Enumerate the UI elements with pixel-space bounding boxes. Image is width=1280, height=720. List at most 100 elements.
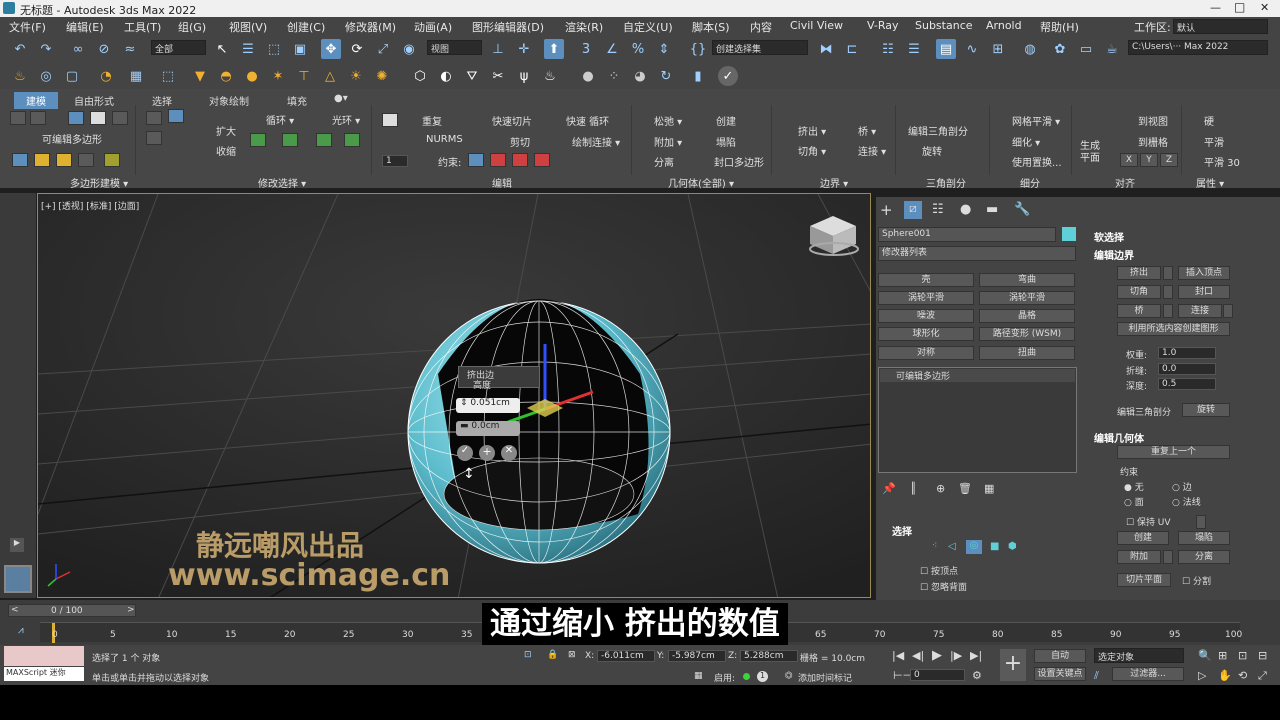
menu-animation[interactable]: 动画(A) [414, 19, 452, 35]
place-icon[interactable]: ◉ [399, 39, 419, 59]
chamfer-settings-button[interactable] [1163, 285, 1173, 299]
preserve-uv-checkbox[interactable]: ☐ 保持 UV [1126, 515, 1171, 528]
proxy-icon[interactable]: ⬡ [410, 66, 430, 86]
align-y-button[interactable]: Y [1140, 153, 1158, 167]
select-by-name-icon[interactable]: ☰ [238, 39, 258, 59]
curve-editor-icon[interactable]: ∿ [962, 39, 982, 59]
selected-objects-dropdown[interactable]: 选定对象 [1094, 648, 1184, 663]
create-shape-button[interactable]: 利用所选内容创建图形 [1117, 322, 1230, 336]
ignore-backface-checkbox[interactable]: ☐ 忽略背面 [920, 580, 967, 593]
play-button[interactable]: ▶ [932, 648, 942, 663]
prev-frame-button[interactable]: ◀| [912, 649, 924, 662]
vertex-mode-icon[interactable] [10, 111, 26, 125]
split-checkbox[interactable]: ☐ 分割 [1182, 574, 1211, 587]
pivot-icon[interactable]: ⊥ [488, 39, 508, 59]
viewport-label[interactable]: [+] [透视] [标准] [边面] [41, 199, 139, 212]
menu-views[interactable]: 视图(V) [229, 19, 267, 35]
bridge-button[interactable]: 桥 ▾ [858, 123, 876, 138]
window-crossing-icon[interactable]: ▣ [290, 39, 310, 59]
mod-noise-button[interactable]: 噪波 [878, 309, 974, 323]
angle-snap-icon[interactable]: ∠ [602, 39, 622, 59]
show-end-result-stack-icon[interactable]: ║ [910, 482, 917, 495]
border-mode-icon[interactable] [68, 111, 84, 125]
render-production-icon[interactable]: ☕ [1102, 39, 1122, 59]
cap-border-button[interactable]: 封口 [1178, 285, 1230, 299]
bridge-settings-button[interactable] [1163, 304, 1173, 318]
light-icon[interactable]: ◔ [96, 66, 116, 86]
unlink-icon[interactable]: ⊘ [94, 39, 114, 59]
keyboard-shortcut-icon[interactable]: ⬆ [544, 39, 564, 59]
enable-count-icon[interactable]: 1 [757, 671, 768, 682]
minimize-button[interactable]: — [1210, 1, 1221, 14]
turn-button[interactable]: 旋转 [922, 143, 942, 158]
direct-light-icon[interactable]: ⊤ [294, 66, 314, 86]
panel-label-subdivision[interactable]: 细分 [1020, 175, 1040, 190]
fov-icon[interactable]: ▷ [1198, 669, 1206, 682]
time-slider[interactable]: < 0 / 100 > [8, 604, 136, 617]
menu-scripting[interactable]: 脚本(S) [692, 19, 730, 35]
by-vertex-checkbox[interactable]: ☐ 按顶点 [920, 564, 958, 577]
current-frame-field[interactable]: 0 [910, 669, 965, 681]
make-unique-icon[interactable]: ⊕ [936, 482, 945, 495]
remove-modifier-icon[interactable]: 🗑 [958, 482, 972, 495]
display-tab-icon[interactable]: ▬ [986, 202, 998, 217]
constraint-face-radio[interactable]: ○ 面 [1124, 495, 1144, 508]
smooth-button[interactable]: 平滑 [1204, 134, 1224, 149]
panel-label-align[interactable]: 对齐 [1115, 175, 1135, 190]
attach-geom-button[interactable]: 附加 [1117, 550, 1161, 564]
caddy-height-field[interactable]: ⇕ 0.051cm [456, 398, 520, 413]
next-frame-button[interactable]: |▶ [950, 649, 962, 662]
modifier-list-dropdown[interactable]: 修改器列表 [878, 246, 1076, 261]
create-tab-icon[interactable]: + [880, 201, 893, 219]
loop-shrink-icon[interactable] [282, 133, 298, 147]
zoom-extents-all-icon[interactable]: ⊟ [1258, 649, 1267, 662]
x-coord-field[interactable]: -6.011cm [597, 650, 655, 662]
swiftloop-button[interactable]: 快速 循环 [566, 113, 609, 128]
material-editor-icon[interactable]: ◍ [1020, 39, 1040, 59]
soft-selection-rollout[interactable]: 软选择 [1094, 229, 1124, 244]
modify-mode-icon[interactable] [12, 153, 28, 167]
selection-rollout-title[interactable]: 选择 [892, 523, 912, 538]
close-button[interactable]: ✕ [1260, 1, 1269, 14]
edit-borders-rollout[interactable]: 编辑边界 [1094, 247, 1134, 262]
constraint-face-icon[interactable] [512, 153, 528, 167]
move-icon[interactable]: ✥ [321, 39, 341, 59]
crease-spinner[interactable]: 0.0 [1158, 363, 1216, 375]
mirror-icon[interactable]: ⧓ [816, 39, 836, 59]
sphere-fade-icon[interactable]: ◐ [436, 66, 456, 86]
ring-shrink-icon[interactable] [344, 133, 360, 147]
panel-label-triangulation[interactable]: 三角剖分 [926, 175, 966, 190]
chamfer-border-button[interactable]: 切角 [1117, 285, 1161, 299]
object-name-field[interactable]: Sphere001 [878, 227, 1056, 242]
constraint-edge-icon[interactable] [490, 153, 506, 167]
go-end-button[interactable]: ▶| [970, 649, 982, 662]
menu-arnold[interactable]: Arnold [986, 19, 1022, 32]
modify-tab-icon[interactable]: ⧄ [904, 201, 922, 219]
menu-content[interactable]: 内容 [750, 19, 772, 35]
weight-spinner[interactable]: 1.0 [1158, 347, 1216, 359]
constraint-normal-icon[interactable] [534, 153, 550, 167]
make-planar-button[interactable]: 生成平面 [1080, 141, 1104, 165]
detach-button[interactable]: 分离 [654, 154, 674, 169]
isolate-icon[interactable]: ⊡ [524, 650, 532, 660]
align-icon[interactable]: ⊏ [842, 39, 862, 59]
menu-rendering[interactable]: 渲染(R) [565, 19, 603, 35]
tessellate-button[interactable]: 细化 ▾ [1012, 134, 1040, 149]
maxscript-mini[interactable]: MAXScript 迷你 [4, 667, 84, 681]
panel-label-edit[interactable]: 编辑 [492, 175, 512, 190]
camera-icon[interactable]: ▦ [126, 66, 146, 86]
use-displacement-button[interactable]: 使用置换... [1012, 154, 1062, 169]
menu-tools[interactable]: 工具(T) [124, 19, 161, 35]
ring-grow-icon[interactable] [316, 133, 332, 147]
mod-shell-button[interactable]: 壳 [878, 273, 974, 287]
attach-button[interactable]: 附加 ▾ [654, 134, 682, 149]
constraint-edge-radio[interactable]: ○ 边 [1172, 480, 1192, 493]
menu-help[interactable]: 帮助(H) [1040, 19, 1079, 35]
ignore-backfacing-icon[interactable] [104, 153, 120, 167]
cut-button[interactable]: 剪切 [510, 134, 530, 149]
go-start-button[interactable]: |◀ [892, 649, 904, 662]
align-x-button[interactable]: X [1120, 153, 1138, 167]
render-setup-icon[interactable]: ✿ [1050, 39, 1070, 59]
sel-vertex-icon[interactable]: ⁖ [932, 541, 937, 551]
sun-icon[interactable]: ☀ [346, 66, 366, 86]
